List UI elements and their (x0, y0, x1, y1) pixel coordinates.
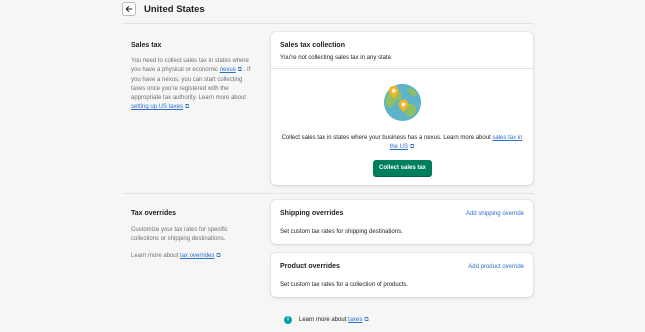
add-shipping-override-button[interactable]: Add shipping override (466, 210, 524, 219)
sales-tax-heading: Sales tax (131, 42, 162, 49)
collect-sales-tax-button[interactable]: Collect sales tax (373, 160, 432, 177)
shipping-overrides-text: Set custom tax rates for shipping destin… (280, 229, 403, 235)
globe-illustration (383, 83, 422, 122)
product-overrides-text: Set custom tax rates for a collection of… (280, 282, 409, 288)
section-divider (122, 193, 534, 194)
footer-help: i Learn more about taxes ⧉ (284, 316, 369, 325)
sales-tax-status: You're not collecting sales tax in any s… (280, 55, 393, 61)
shipping-overrides-title: Shipping overrides (280, 210, 344, 217)
page-title: United States (144, 4, 205, 15)
sales-tax-collection-card: Sales tax collection You're not collecti… (271, 32, 533, 185)
tax-overrides-description: Customize your tax rates for specific co… (131, 227, 228, 243)
sales-tax-collection-title: Sales tax collection (280, 42, 345, 49)
external-link-icon: ⧉ (185, 104, 190, 111)
tax-overrides-learn-more: Learn more about tax overrides ⧉ (131, 252, 259, 261)
sales-tax-in-the-us-link-cont[interactable]: the US (390, 144, 408, 150)
arrow-left-icon (125, 6, 133, 12)
external-link-icon: ⧉ (410, 144, 415, 150)
external-link-icon: ⧉ (216, 253, 221, 259)
product-overrides-card: Product overrides Add product override S… (271, 253, 533, 297)
nexus-link[interactable]: nexus (220, 67, 236, 73)
sales-tax-description: You need to collect sales tax in states … (131, 57, 259, 113)
external-link-icon: ⧉ (364, 317, 369, 323)
product-overrides-title: Product overrides (280, 263, 340, 270)
add-product-override-button[interactable]: Add product override (468, 263, 524, 272)
card-divider (271, 68, 533, 69)
sales-tax-in-the-us-link[interactable]: sales tax in (492, 135, 522, 141)
sales-tax-promo: Collect sales tax in states where your b… (281, 135, 523, 141)
setting-up-us-taxes-link[interactable]: setting up US taxes (131, 104, 183, 110)
info-icon: i (284, 316, 292, 325)
external-link-icon: ⧉ (237, 67, 243, 74)
back-button[interactable] (122, 2, 136, 16)
page-header: United States (122, 0, 534, 24)
tax-overrides-link[interactable]: tax overrides (180, 253, 214, 259)
tax-overrides-heading: Tax overrides (131, 210, 177, 217)
taxes-link[interactable]: taxes (348, 316, 362, 325)
shipping-overrides-card: Shipping overrides Add shipping override… (271, 200, 533, 244)
